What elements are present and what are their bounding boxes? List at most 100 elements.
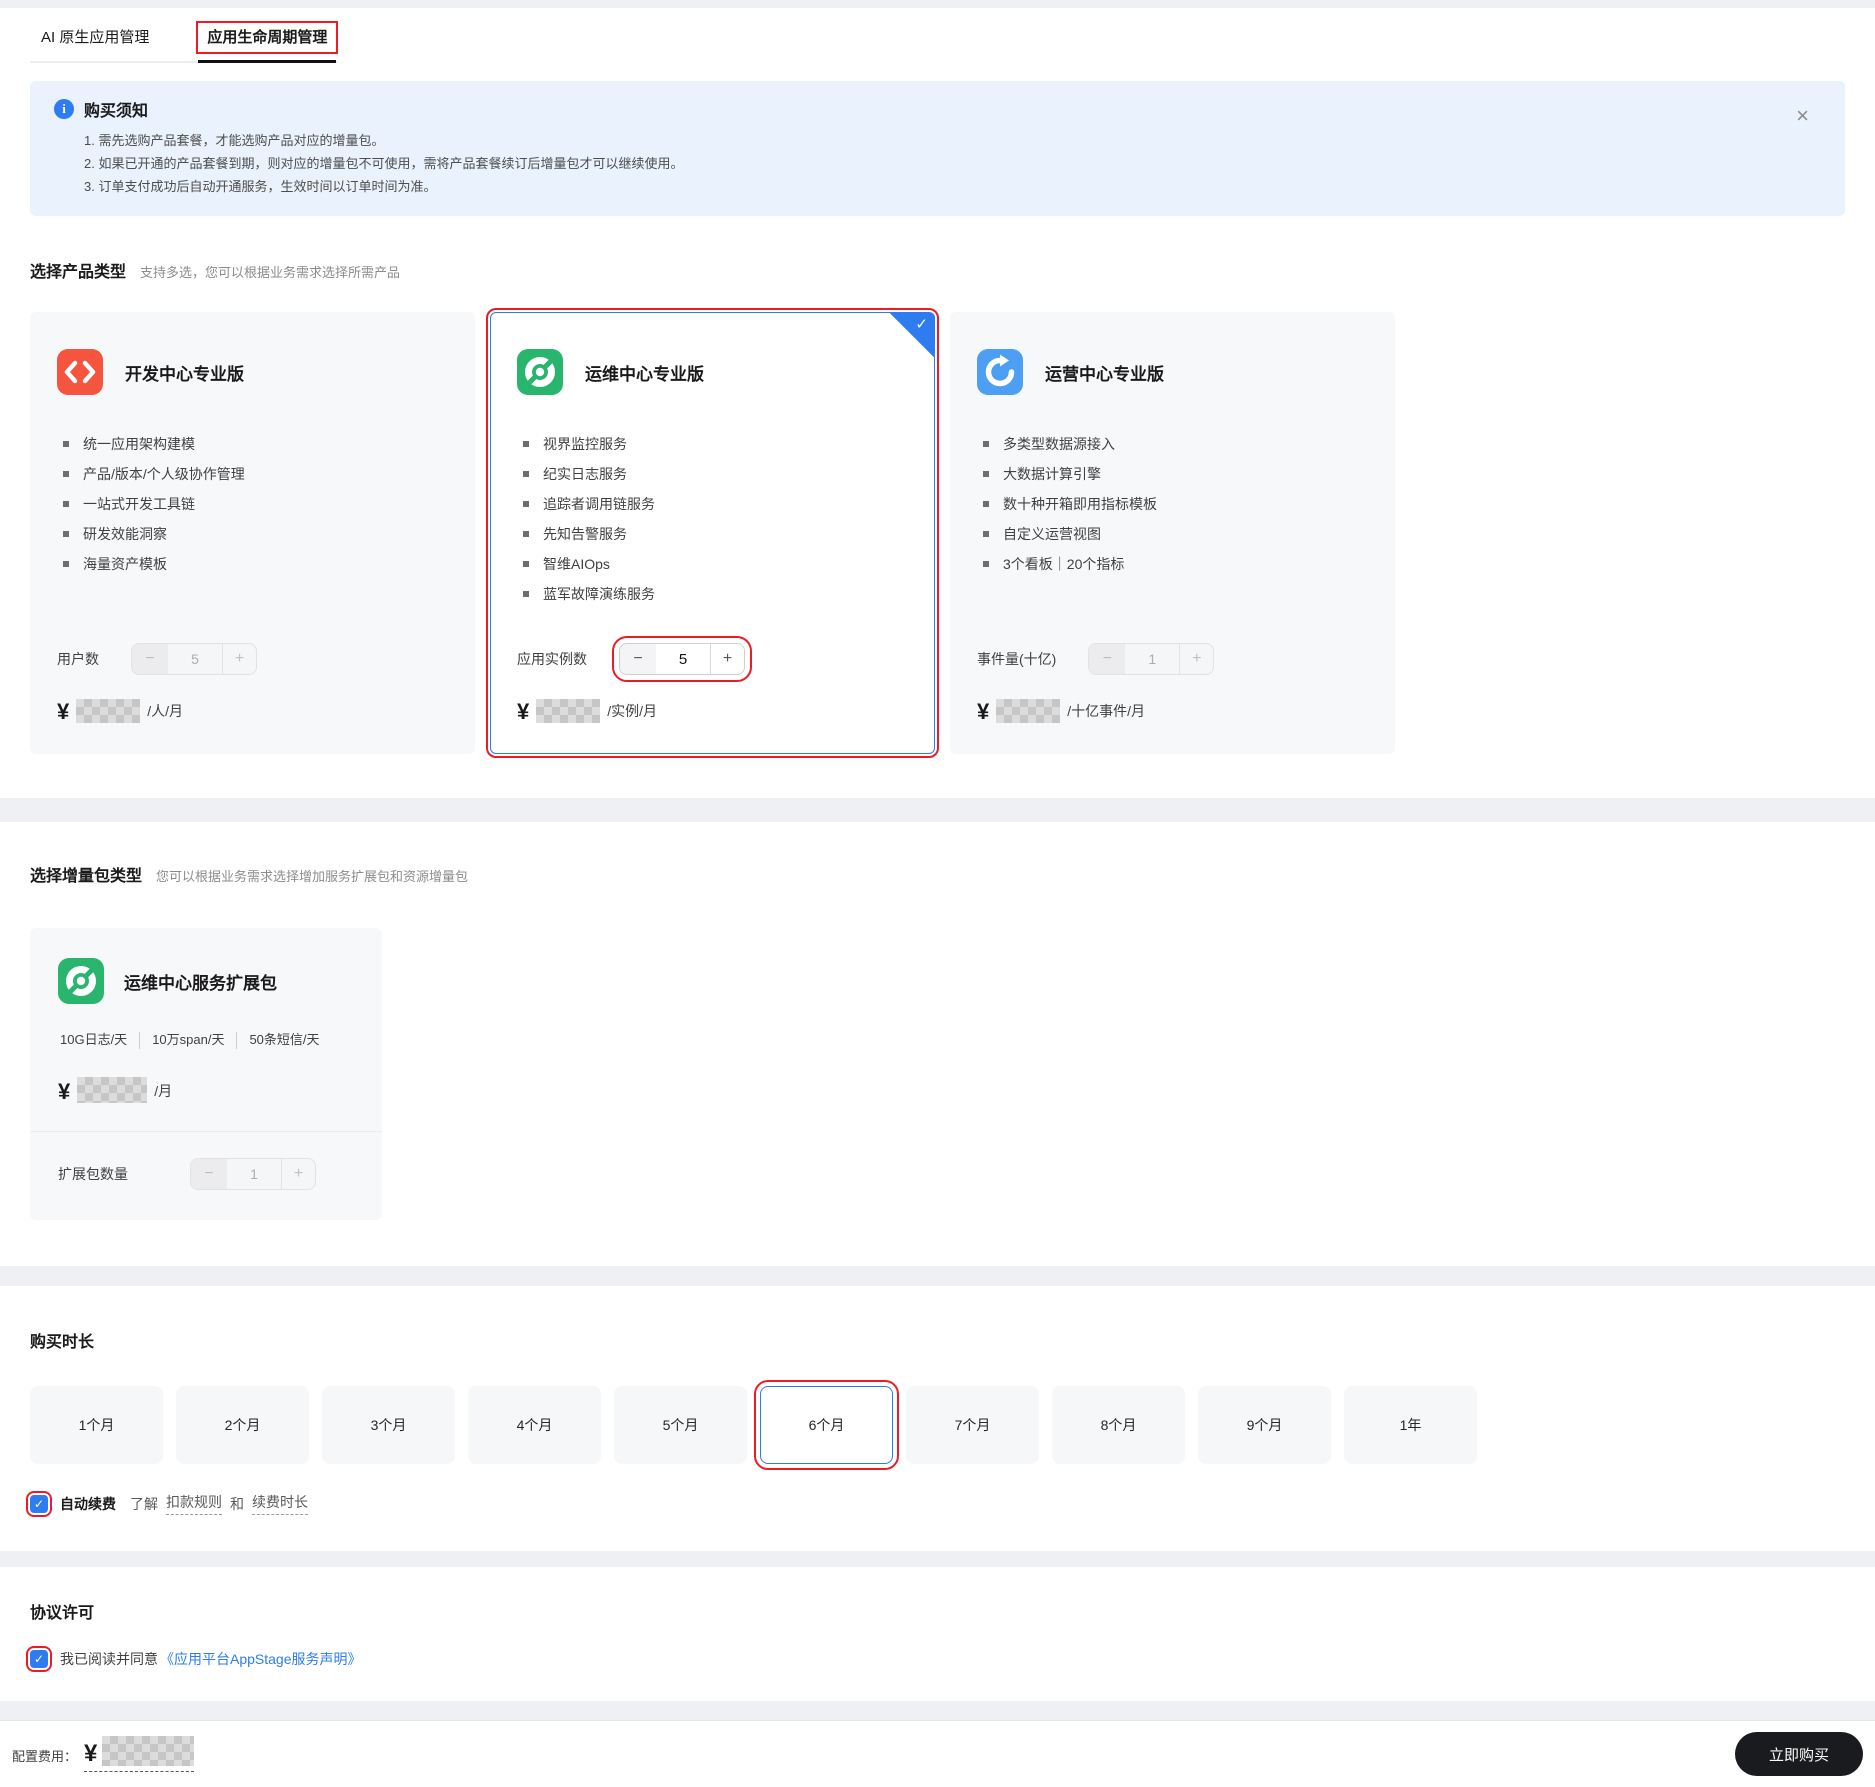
tab-label: AI 原生应用管理 bbox=[41, 29, 150, 46]
feature-item: 数十种开箱即用指标模板 bbox=[981, 489, 1368, 519]
price-unit: /人/月 bbox=[147, 703, 184, 720]
product-card-title: 运营中心专业版 bbox=[1045, 364, 1164, 384]
feature-item: 产品/版本/个人级协作管理 bbox=[61, 459, 448, 489]
product-card-title: 运维中心专业版 bbox=[585, 364, 704, 384]
stepper-plus-button[interactable]: + bbox=[1179, 644, 1213, 675]
addon-section-head: 选择增量包类型 您可以根据业务需求选择增加服务扩展包和资源增量包 bbox=[30, 862, 1845, 886]
stepper-value[interactable]: 5 bbox=[168, 644, 222, 674]
price-redacted bbox=[76, 699, 141, 724]
price-redacted bbox=[77, 1077, 148, 1104]
product-cards: 开发中心专业版 统一应用架构建模 产品/版本/个人级协作管理 一站式开发工具链 研发效… bbox=[30, 308, 1845, 759]
agreement-checkbox[interactable]: ✓ bbox=[26, 1646, 52, 1673]
duration-option[interactable]: 7个月 bbox=[906, 1386, 1039, 1465]
stepper-plus-button[interactable]: + bbox=[222, 644, 256, 675]
feature-item: 统一应用架构建模 bbox=[61, 429, 448, 459]
agreement-row: ✓ 我已阅读并同意 《应用平台AppStage服务声明》 bbox=[26, 1646, 1845, 1673]
product-card-title: 开发中心专业版 bbox=[125, 364, 244, 384]
feature-item: 一站式开发工具链 bbox=[61, 489, 448, 519]
notice-banner: i 购买须知 1. 需先选购产品套餐，才能选购产品对应的增量包。 2. 如果已开通… bbox=[30, 81, 1845, 217]
autorenew-checkbox[interactable]: ✓ bbox=[26, 1490, 52, 1517]
addon-qty-stepper: − 1 + bbox=[190, 1158, 316, 1191]
product-card-dev-center[interactable]: 开发中心专业版 统一应用架构建模 产品/版本/个人级协作管理 一站式开发工具链 研发效… bbox=[30, 312, 475, 755]
stepper-plus-button[interactable]: + bbox=[281, 1159, 315, 1190]
currency-symbol: ¥ bbox=[58, 1079, 71, 1105]
renewal-term-link[interactable]: 续费时长 bbox=[252, 1492, 308, 1516]
notice-title: 购买须知 bbox=[84, 103, 149, 120]
product-section-title: 选择产品类型 bbox=[30, 264, 127, 282]
dev-center-icon bbox=[57, 349, 103, 396]
feature-item: 视界监控服务 bbox=[521, 429, 908, 459]
duration-panel: 购买时长 1个月 2个月 3个月 4个月 5个月 6个月 7个月 8个月 9个月 1年 ✓ 自动续… bbox=[0, 1286, 1875, 1552]
stepper-value[interactable]: 1 bbox=[1125, 644, 1179, 674]
tab-label: 应用生命周期管理 bbox=[196, 21, 339, 54]
ops-center-icon bbox=[977, 349, 1023, 396]
duration-option[interactable]: 1年 bbox=[1344, 1386, 1477, 1465]
price-redacted bbox=[536, 699, 601, 724]
product-card-om-center[interactable]: ✓ 运维中心专业版 视界监控服务 纪实日志服务 追踪者调用链服务 先知告警服务 智维AI… bbox=[486, 308, 939, 759]
info-icon: i bbox=[54, 99, 74, 119]
addon-spec-item: 10G日志/天 bbox=[60, 1032, 128, 1048]
feature-item: 海量资产模板 bbox=[61, 549, 448, 579]
agreement-section-title: 协议许可 bbox=[30, 1605, 95, 1623]
currency-symbol: ¥ bbox=[977, 699, 990, 725]
product-card-ops-center[interactable]: 运营中心专业版 多类型数据源接入 大数据计算引擎 数十种开箱即用指标模板 自定义运营视… bbox=[950, 312, 1395, 755]
om-center-icon bbox=[517, 349, 563, 396]
config-fee: 配置费用： ¥ bbox=[12, 1736, 195, 1773]
notice-item: 2. 如果已开通的产品套餐到期，则对应的增量包不可使用，需将产品套餐续订后增量包… bbox=[84, 155, 684, 171]
agreement-text: 我已阅读并同意 bbox=[60, 1651, 158, 1668]
product-section-head: 选择产品类型 支持多选，您可以根据业务需求选择所需产品 bbox=[30, 258, 1845, 282]
duration-option[interactable]: 8个月 bbox=[1052, 1386, 1185, 1465]
duration-option[interactable]: 1个月 bbox=[30, 1386, 163, 1465]
duration-option[interactable]: 3个月 bbox=[322, 1386, 455, 1465]
feature-item: 自定义运营视图 bbox=[981, 519, 1368, 549]
fee-amount: ¥ bbox=[84, 1736, 195, 1773]
currency-symbol: ¥ bbox=[57, 699, 70, 725]
tab-app-lifecycle-management[interactable]: 应用生命周期管理 bbox=[196, 21, 339, 63]
stepper-plus-button[interactable]: + bbox=[710, 644, 744, 675]
price-unit: /十亿事件/月 bbox=[1067, 703, 1146, 720]
addon-card-om-expansion[interactable]: 运维中心服务扩展包 10G日志/天 10万span/天 50条短信/天 ¥ /月 扩… bbox=[30, 928, 382, 1221]
duration-option[interactable]: 6个月 bbox=[754, 1380, 899, 1471]
agreement-link[interactable]: 《应用平台AppStage服务声明》 bbox=[160, 1649, 362, 1669]
feature-item: 追踪者调用链服务 bbox=[521, 489, 908, 519]
deduction-rules-link[interactable]: 扣款规则 bbox=[166, 1492, 222, 1516]
instance-count-stepper: − 5 + bbox=[612, 636, 752, 683]
addon-panel: 选择增量包类型 您可以根据业务需求选择增加服务扩展包和资源增量包 运维中心服务扩… bbox=[0, 822, 1875, 1267]
duration-option[interactable]: 5个月 bbox=[614, 1386, 747, 1465]
stepper-minus-button[interactable]: − bbox=[132, 644, 168, 675]
stepper-value[interactable]: 5 bbox=[656, 644, 710, 674]
duration-option[interactable]: 4个月 bbox=[468, 1386, 601, 1465]
feature-list: 多类型数据源接入 大数据计算引擎 数十种开箱即用指标模板 自定义运营视图 3个看板｜20… bbox=[977, 429, 1368, 579]
agreement-panel: 协议许可 ✓ 我已阅读并同意 《应用平台AppStage服务声明》 bbox=[0, 1567, 1875, 1702]
user-count-stepper: − 5 + bbox=[131, 643, 257, 676]
main-panel: AI 原生应用管理 应用生命周期管理 i 购买须知 1. 需先选购产品套餐，才能… bbox=[0, 8, 1875, 799]
addon-spec-item: 50条短信/天 bbox=[236, 1032, 331, 1050]
feature-item: 蓝军故障演练服务 bbox=[521, 579, 908, 609]
qty-label: 应用实例数 bbox=[517, 651, 587, 668]
stepper-minus-button[interactable]: − bbox=[191, 1159, 227, 1190]
close-icon[interactable]: × bbox=[1796, 105, 1809, 127]
qty-label: 事件量(十亿) bbox=[977, 651, 1057, 668]
price-row: ¥ /人/月 bbox=[57, 699, 448, 725]
feature-item: 研发效能洞察 bbox=[61, 519, 448, 549]
notice-item: 3. 订单支付成功后自动开通服务，生效时间以订单时间为准。 bbox=[84, 178, 437, 194]
duration-option[interactable]: 9个月 bbox=[1198, 1386, 1331, 1465]
feature-item: 3个看板｜20个指标 bbox=[981, 549, 1368, 579]
and-text: 和 bbox=[230, 1495, 244, 1512]
buy-now-button[interactable]: 立即购买 bbox=[1734, 1732, 1863, 1777]
feature-list: 视界监控服务 纪实日志服务 追踪者调用链服务 先知告警服务 智维AIOps 蓝军故障演练服… bbox=[517, 429, 908, 609]
notice-item: 1. 需先选购产品套餐，才能选购产品对应的增量包。 bbox=[84, 133, 385, 148]
om-expansion-icon bbox=[58, 958, 104, 1005]
addon-section-subtitle: 您可以根据业务需求选择增加服务扩展包和资源增量包 bbox=[156, 869, 469, 885]
qty-label: 扩展包数量 bbox=[58, 1166, 128, 1183]
selected-check-icon: ✓ bbox=[915, 316, 928, 334]
duration-option[interactable]: 2个月 bbox=[176, 1386, 309, 1465]
tab-ai-native-app-management[interactable]: AI 原生应用管理 bbox=[32, 22, 158, 61]
stepper-value[interactable]: 1 bbox=[227, 1159, 281, 1189]
price-row: ¥ /实例/月 bbox=[517, 699, 908, 724]
stepper-minus-button[interactable]: − bbox=[620, 644, 656, 675]
addon-price-row: ¥ /月 bbox=[58, 1077, 354, 1105]
stepper-minus-button[interactable]: − bbox=[1089, 644, 1126, 675]
autorenew-row: ✓ 自动续费 了解 扣款规则 和 续费时长 bbox=[26, 1490, 1845, 1517]
learn-text: 了解 bbox=[130, 1495, 158, 1512]
